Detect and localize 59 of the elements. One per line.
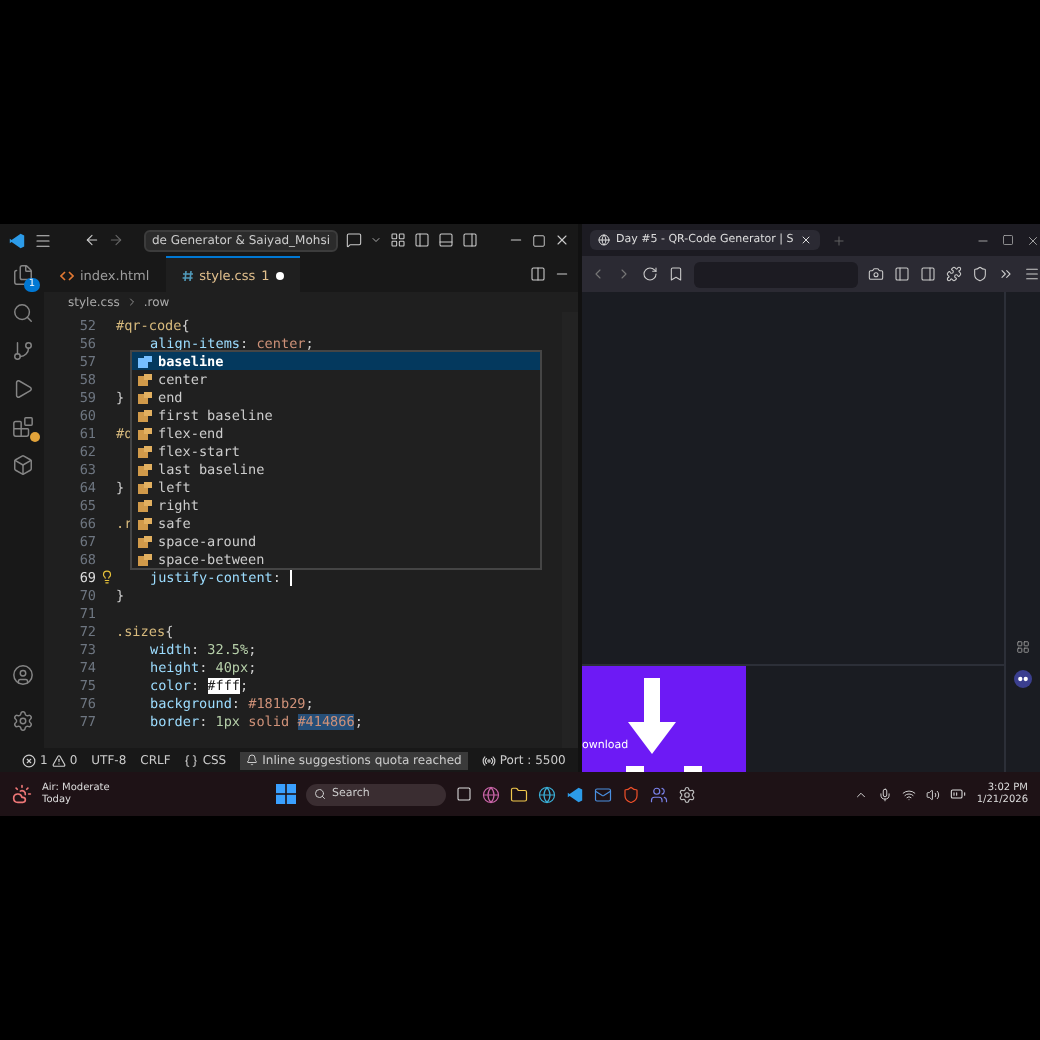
start-icon[interactable] [276, 784, 296, 804]
mail-icon[interactable] [594, 785, 612, 803]
tray-icon[interactable] [854, 787, 869, 801]
weather-icon[interactable] [12, 784, 32, 804]
robot-icon[interactable] [1013, 670, 1031, 688]
layout-icon[interactable] [390, 232, 407, 248]
update-dot [29, 432, 39, 442]
maximize-icon[interactable] [532, 233, 546, 247]
close-tab-icon[interactable] [799, 234, 812, 246]
text-cursor [289, 569, 292, 585]
menu-icon[interactable] [34, 231, 52, 249]
overflow-icon[interactable] [998, 266, 1014, 282]
battery-icon[interactable] [950, 786, 967, 802]
html-file-icon [60, 269, 74, 281]
app-icon[interactable] [678, 785, 696, 803]
warning-icon [51, 753, 66, 767]
wifi-icon[interactable] [902, 787, 917, 801]
css-file-icon [181, 269, 194, 281]
account-icon[interactable] [11, 664, 33, 686]
screenshot-icon[interactable] [868, 266, 884, 282]
microphone-icon[interactable] [878, 787, 893, 801]
source-control-icon[interactable] [11, 340, 33, 362]
bell-icon [246, 754, 259, 766]
sidebar-icon[interactable] [414, 232, 431, 248]
vscode-logo-icon[interactable] [8, 231, 26, 249]
vscode-logo-icon[interactable] [566, 785, 584, 803]
explorer-icon[interactable] [11, 264, 33, 286]
folder-icon[interactable] [510, 785, 528, 803]
task-view-icon[interactable] [456, 786, 472, 802]
maximize-icon[interactable] [1002, 234, 1014, 246]
broadcast-icon [481, 753, 496, 767]
cube-icon[interactable] [11, 454, 33, 476]
run-icon[interactable] [11, 378, 33, 400]
extensions-icon[interactable] [946, 266, 962, 282]
sidebar-icon[interactable] [894, 266, 910, 282]
grid-icon[interactable] [1015, 640, 1029, 654]
lightbulb-icon[interactable] [99, 570, 113, 584]
reload-icon[interactable] [642, 266, 658, 282]
split-editor-icon[interactable] [530, 266, 546, 282]
forward-icon[interactable] [616, 266, 632, 282]
settings-icon[interactable] [11, 710, 33, 732]
secondary-sidebar-icon[interactable] [462, 232, 479, 248]
search-icon[interactable] [11, 302, 33, 324]
braces-icon [184, 753, 199, 767]
panel-icon[interactable] [438, 232, 455, 248]
search-icon [314, 788, 326, 800]
bookmark-icon[interactable] [668, 266, 684, 282]
close-icon[interactable] [1026, 233, 1040, 247]
chat-icon[interactable] [346, 232, 363, 248]
close-icon[interactable] [554, 232, 570, 248]
caret-icon[interactable] [370, 234, 383, 246]
globe-icon [598, 234, 610, 246]
forward-icon[interactable] [108, 232, 124, 248]
error-icon [22, 753, 36, 767]
extensions-icon[interactable] [11, 416, 33, 438]
back-icon[interactable] [84, 232, 100, 248]
shield-icon[interactable] [972, 266, 988, 282]
menu-icon[interactable] [1024, 266, 1040, 282]
volume-icon[interactable] [926, 787, 941, 801]
